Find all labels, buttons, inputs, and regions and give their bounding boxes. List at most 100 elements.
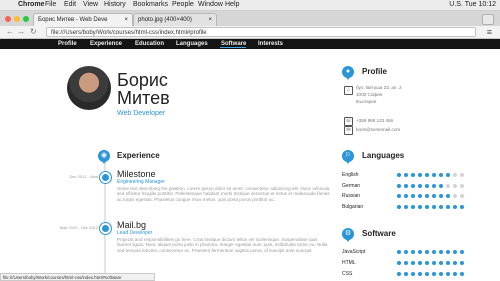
close-window-icon[interactable] xyxy=(5,16,11,22)
nav-education[interactable]: Education xyxy=(135,39,164,49)
browser-menu-icon[interactable]: ≡ xyxy=(487,26,492,38)
nav-experience[interactable]: Experience xyxy=(90,39,122,49)
email-address[interactable]: boris@somemail.com xyxy=(356,127,400,133)
level-dot xyxy=(460,194,464,198)
skill-name: Russian xyxy=(342,193,361,199)
timeline-dot xyxy=(100,172,111,183)
profile-switcher-icon[interactable] xyxy=(482,14,494,25)
level-dot xyxy=(418,272,422,276)
nav-interests[interactable]: Interests xyxy=(258,39,283,49)
browser-toolbar: ← → ↻ file:///Users/boby/Work/courses/ht… xyxy=(0,26,500,39)
level-dot xyxy=(432,250,436,254)
level-dot xyxy=(418,204,422,209)
skill-name: HTML xyxy=(342,260,356,266)
menu-bookmarks[interactable]: Bookmarks xyxy=(133,0,168,10)
level-dot xyxy=(411,194,415,198)
level-dot xyxy=(460,173,464,177)
skill-level-dots xyxy=(397,204,467,209)
level-dot xyxy=(425,261,429,265)
languages-pin-icon: ⚐ xyxy=(342,150,354,164)
level-dot xyxy=(397,272,401,276)
level-dot xyxy=(397,173,401,177)
address-line: България xyxy=(356,99,377,104)
level-dot xyxy=(460,183,464,188)
level-dot xyxy=(418,173,422,177)
level-dot xyxy=(425,250,429,254)
level-dot xyxy=(432,261,436,265)
skill-name: English xyxy=(342,172,359,178)
menu-help[interactable]: Help xyxy=(225,0,239,10)
location-icon: ⌂ xyxy=(344,86,353,95)
level-dot xyxy=(397,250,401,254)
profile-pin-icon: ● xyxy=(342,66,354,80)
level-dot xyxy=(404,261,408,265)
menu-chrome[interactable]: Chrome xyxy=(18,0,44,10)
level-dot xyxy=(453,183,457,188)
section-title-profile: Profile xyxy=(362,67,387,76)
tab-close-icon[interactable]: × xyxy=(208,14,212,26)
level-dot xyxy=(397,204,401,209)
timeline-line xyxy=(104,150,106,281)
menu-file[interactable]: File xyxy=(45,0,56,10)
level-dot xyxy=(397,261,401,265)
level-dot xyxy=(453,250,457,254)
menu-edit[interactable]: Edit xyxy=(64,0,76,10)
nav-active-indicator xyxy=(220,47,246,48)
address-bar[interactable]: file:///Users/boby/Work/courses/html-css… xyxy=(46,27,476,37)
level-dot xyxy=(425,272,429,276)
skill-name: Bulgarian xyxy=(342,203,364,210)
level-dot xyxy=(446,194,450,198)
back-icon[interactable]: ← xyxy=(6,26,14,38)
level-dot xyxy=(411,250,415,254)
level-dot xyxy=(432,183,436,188)
address-line: бул. Витоша 23, ап. 2 xyxy=(356,85,402,90)
nav-languages[interactable]: Languages xyxy=(176,39,208,49)
level-dot xyxy=(404,272,408,276)
position-title: Engineering Manager xyxy=(117,179,165,185)
section-title-languages: Languages xyxy=(362,151,405,160)
level-dot xyxy=(411,272,415,276)
level-dot xyxy=(404,250,408,254)
level-dot xyxy=(432,194,436,198)
reload-icon[interactable]: ↻ xyxy=(30,26,37,38)
forward-icon[interactable]: → xyxy=(17,26,25,38)
minimize-window-icon[interactable] xyxy=(14,16,20,22)
skill-level-dots xyxy=(397,183,467,188)
level-dot xyxy=(432,272,436,276)
level-dot xyxy=(439,272,443,276)
nav-profile[interactable]: Profile xyxy=(58,39,77,49)
level-dot xyxy=(446,250,450,254)
level-dot xyxy=(432,173,436,177)
tab-strip: Борис Митев - Web Deve × photo.jpg (400×… xyxy=(0,11,500,26)
skill-name: German xyxy=(342,182,361,189)
menu-view[interactable]: View xyxy=(83,0,98,10)
level-dot xyxy=(425,194,429,198)
level-dot xyxy=(439,204,443,209)
software-pin-icon: ⚙ xyxy=(342,228,354,242)
level-dot xyxy=(439,250,443,254)
job-title: Web Developer xyxy=(117,110,166,117)
menu-window[interactable]: Window xyxy=(198,0,223,10)
level-dot xyxy=(439,194,443,198)
level-dot xyxy=(425,204,429,209)
level-dot xyxy=(460,261,464,265)
level-dot xyxy=(404,194,408,198)
menu-history[interactable]: History xyxy=(104,0,126,10)
level-dot xyxy=(411,173,415,177)
level-dot xyxy=(453,173,457,177)
level-dot xyxy=(411,204,415,209)
menu-people[interactable]: People xyxy=(172,0,194,10)
system-status: U.S. Tue 10:12 xyxy=(449,1,496,8)
maximize-window-icon[interactable] xyxy=(23,16,29,22)
tab-close-icon[interactable]: × xyxy=(124,14,128,26)
level-dot xyxy=(460,204,464,209)
tab-photo[interactable]: photo.jpg (400×400) × xyxy=(133,13,217,26)
level-dot xyxy=(446,272,450,276)
level-dot xyxy=(397,183,401,188)
level-dot xyxy=(404,173,408,177)
position-title: Lead Developer xyxy=(117,230,153,236)
level-dot xyxy=(460,272,464,276)
tab-active[interactable]: Борис Митев - Web Deve × xyxy=(33,13,133,26)
level-dot xyxy=(411,183,415,188)
phone-number: +359 888 123 456 xyxy=(356,118,394,123)
